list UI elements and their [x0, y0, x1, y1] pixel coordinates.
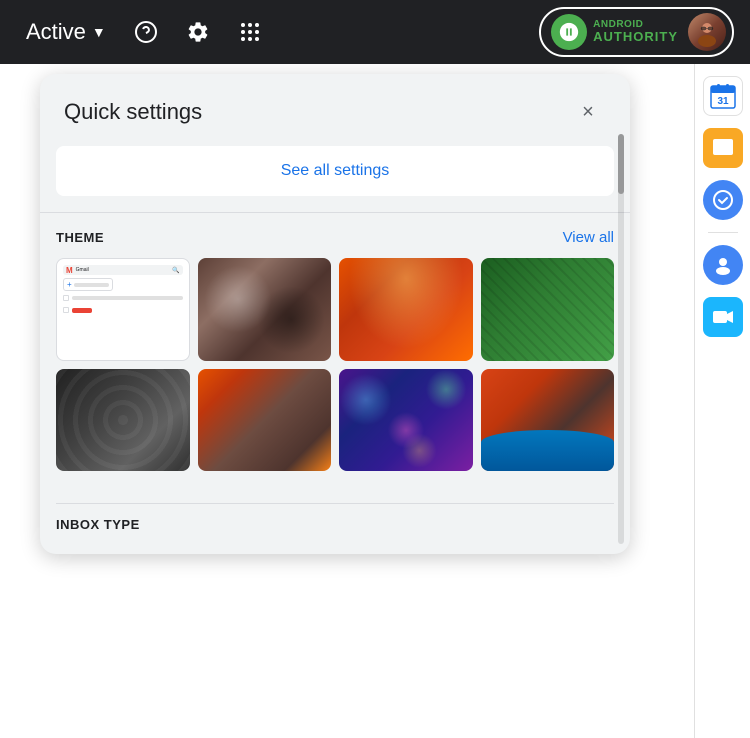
help-button[interactable] — [124, 10, 168, 54]
sidebar-item-meet[interactable] — [703, 297, 743, 337]
main-content: Quick settings × See all settings THEME … — [0, 64, 694, 738]
svg-text:31: 31 — [717, 96, 729, 107]
theme-option-canyon[interactable] — [339, 258, 473, 361]
sidebar-item-calendar[interactable]: 31 — [703, 76, 743, 116]
theme-grid: M Gmail 🔍 + — [56, 258, 614, 471]
chevron-down-icon: ▼ — [92, 24, 106, 40]
scrollbar[interactable] — [618, 134, 624, 544]
theme-option-bokeh[interactable] — [339, 369, 473, 472]
brand-icon — [551, 14, 587, 50]
theme-section: THEME View all M Gmail 🔍 + — [40, 229, 630, 471]
topbar: Active ▼ ANDROID — [0, 0, 750, 64]
theme-header: THEME View all — [56, 229, 614, 246]
quick-settings-panel: Quick settings × See all settings THEME … — [40, 74, 630, 554]
quick-settings-header: Quick settings × — [40, 74, 630, 146]
right-sidebar: 31 — [694, 64, 750, 738]
account-pill[interactable]: ANDROID AUTHORITY — [539, 7, 734, 57]
brand-line2: AUTHORITY — [593, 30, 678, 44]
view-all-button[interactable]: View all — [563, 229, 614, 246]
theme-option-gmail-default[interactable]: M Gmail 🔍 + — [56, 258, 190, 361]
active-button[interactable]: Active ▼ — [16, 13, 116, 51]
see-all-settings-label: See all settings — [281, 162, 390, 179]
inbox-type-label: INBOX TYPE — [56, 517, 140, 532]
scrollbar-thumb[interactable] — [618, 134, 624, 194]
sidebar-divider — [708, 232, 738, 233]
close-button[interactable]: × — [570, 94, 606, 130]
brand-text: ANDROID AUTHORITY — [593, 19, 678, 44]
sidebar-item-chat[interactable] — [703, 128, 743, 168]
theme-option-horseshoe[interactable] — [481, 369, 615, 472]
close-icon: × — [582, 101, 594, 124]
sidebar-item-contacts[interactable] — [703, 245, 743, 285]
sidebar-item-tasks[interactable] — [703, 180, 743, 220]
divider — [40, 212, 630, 213]
inbox-type-section: INBOX TYPE — [40, 471, 630, 534]
brand-logo: ANDROID AUTHORITY — [551, 14, 678, 50]
theme-option-autumn[interactable] — [198, 369, 332, 472]
avatar[interactable] — [688, 13, 726, 51]
settings-icon[interactable] — [176, 10, 220, 54]
active-label: Active — [26, 19, 86, 45]
see-all-settings-button[interactable]: See all settings — [56, 146, 614, 196]
apps-icon[interactable] — [228, 10, 272, 54]
quick-settings-title: Quick settings — [64, 99, 202, 125]
theme-option-metallic[interactable] — [56, 369, 190, 472]
theme-label: THEME — [56, 230, 104, 245]
theme-option-plant[interactable] — [481, 258, 615, 361]
inbox-divider — [56, 503, 614, 504]
avatar-image — [688, 13, 726, 51]
theme-option-chess[interactable] — [198, 258, 332, 361]
